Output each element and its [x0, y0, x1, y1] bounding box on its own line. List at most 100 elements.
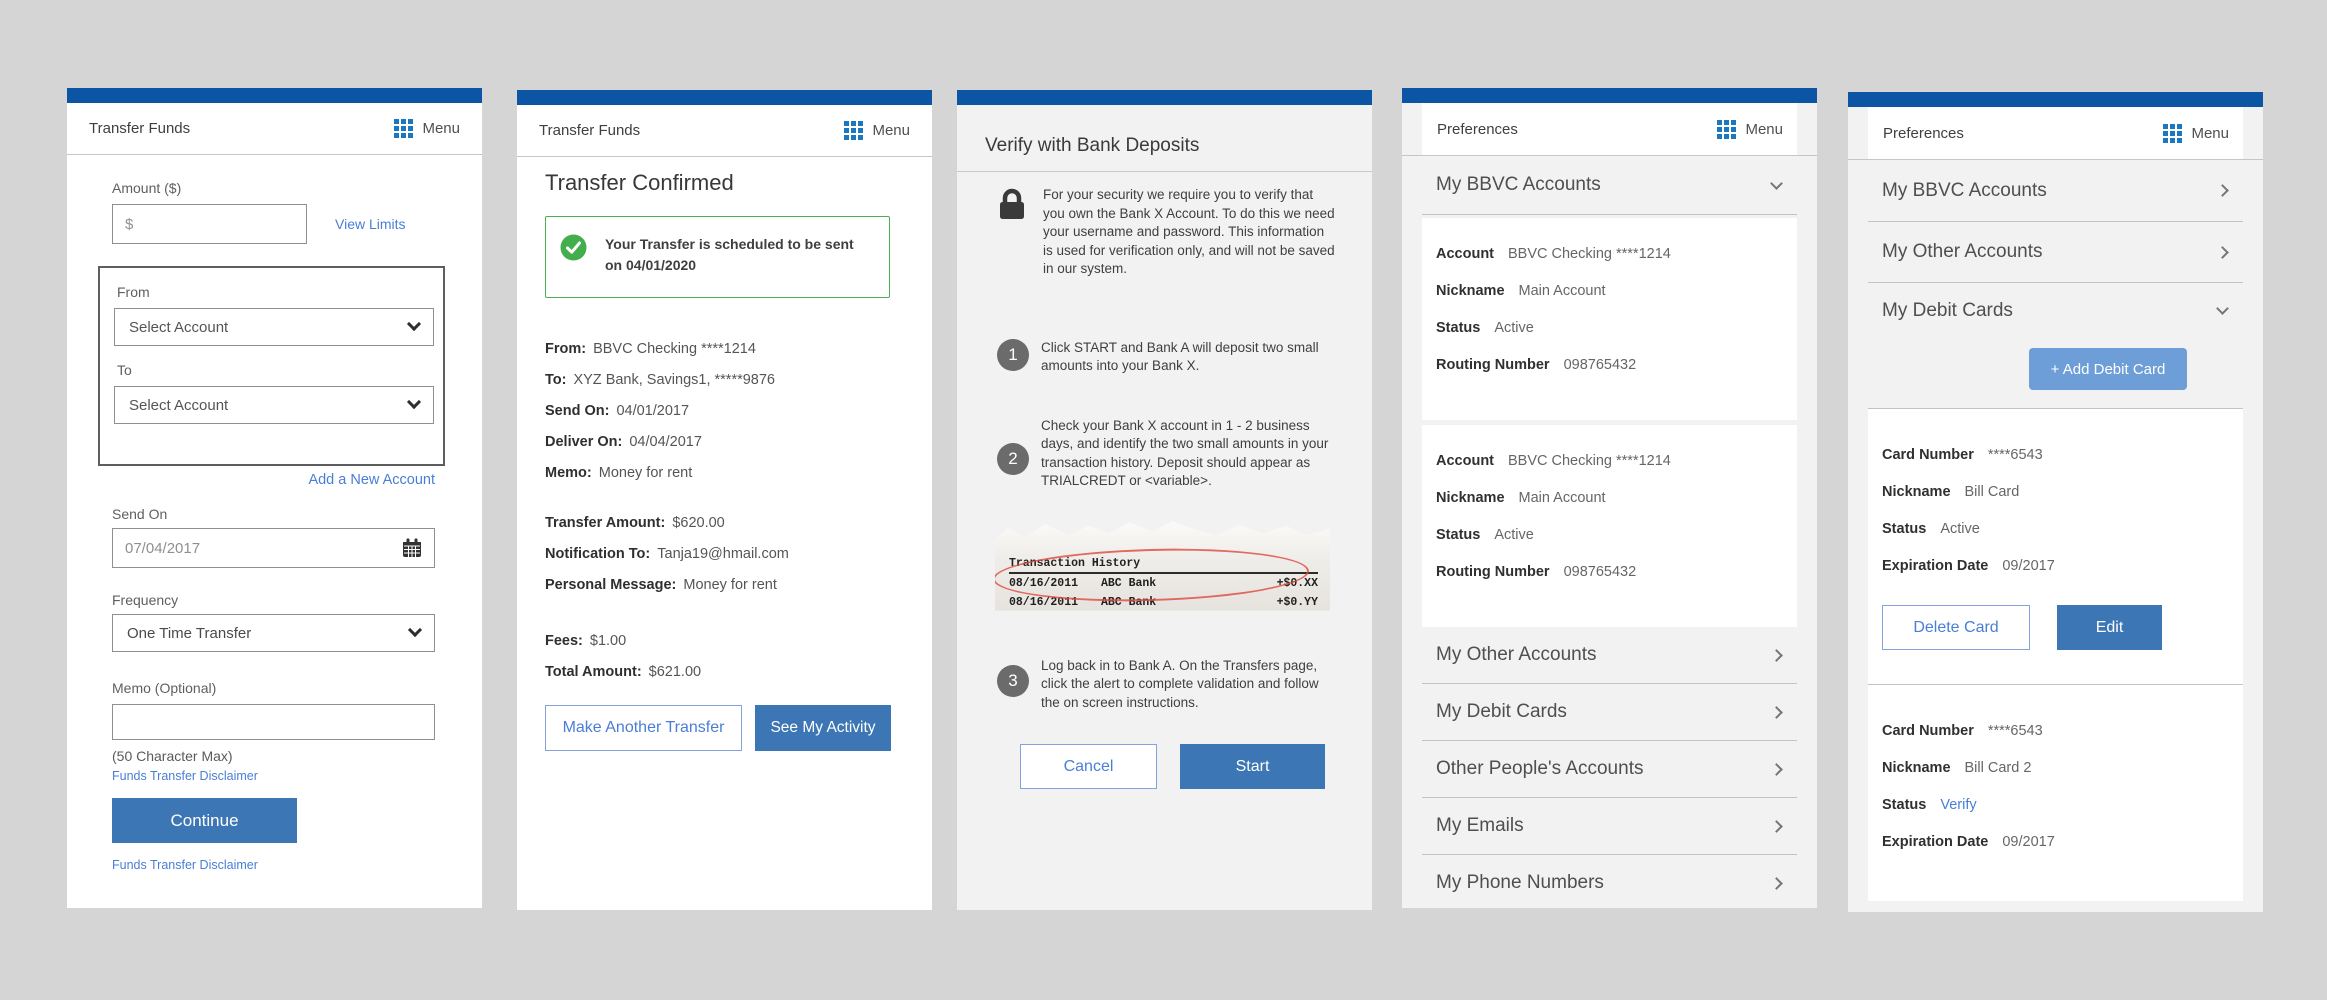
chevron-down-icon — [408, 623, 422, 637]
step-2-badge: 2 — [997, 443, 1029, 475]
chevron-down-icon — [407, 395, 421, 409]
edit-card-button[interactable]: Edit — [2057, 605, 2162, 650]
debit-card-card: Card Number****6543 NicknameBill Card 2 … — [1868, 685, 2243, 901]
transaction-history-image: Transaction History 08/16/2011 ABC Bank … — [995, 517, 1330, 611]
detail-row: From:BBVC Checking ****1214 — [545, 340, 904, 359]
app-top-bar — [1402, 88, 1817, 103]
make-another-transfer-button[interactable]: Make Another Transfer — [545, 705, 742, 751]
menu-button[interactable]: Menu — [844, 121, 910, 140]
divider — [1422, 214, 1797, 215]
section-my-bbvc-accounts[interactable]: My BBVC Accounts — [1868, 160, 2243, 221]
send-on-label: Send On — [112, 506, 482, 522]
divider — [957, 171, 1372, 172]
menu-label: Menu — [872, 122, 910, 139]
frequency-select[interactable]: One Time Transfer — [112, 614, 435, 652]
amount-placeholder: $ — [125, 216, 133, 233]
verify-intro-text: For your security we require you to veri… — [1043, 186, 1335, 279]
menu-grid-icon — [1717, 120, 1736, 139]
app-top-bar — [1848, 92, 2263, 107]
step-1-text: Click START and Bank A will deposit two … — [1041, 339, 1341, 376]
calendar-icon[interactable] — [402, 538, 422, 558]
funds-transfer-disclaimer-link-2[interactable]: Funds Transfer Disclaimer — [112, 858, 258, 872]
chevron-down-icon — [407, 317, 421, 331]
detail-row: Send On:04/01/2017 — [545, 402, 904, 421]
chevron-down-icon — [2216, 302, 2229, 315]
view-limits-link[interactable]: View Limits — [335, 216, 406, 232]
transfer-funds-panel: Transfer Funds Menu Amount ($) $ View Li… — [67, 88, 482, 908]
debit-card-card: Card Number****6543 NicknameBill Card St… — [1868, 409, 2243, 684]
step-3-text: Log back in to Bank A. On the Transfers … — [1041, 657, 1341, 713]
detail-row: Fees:$1.00 — [545, 632, 904, 651]
chevron-right-icon — [1770, 820, 1783, 833]
step-2-text: Check your Bank X account in 1 - 2 busin… — [1041, 417, 1341, 491]
menu-button[interactable]: Menu — [1717, 120, 1783, 139]
preferences-accounts-panel: Preferences Menu My BBVC Accounts Accoun… — [1402, 88, 1817, 908]
verify-bank-deposits-panel: Verify with Bank Deposits For your secur… — [957, 90, 1372, 910]
detail-row: Notification To:Tanja19@hmail.com — [545, 545, 904, 564]
preferences-debit-cards-panel: Preferences Menu My BBVC Accounts My Oth… — [1848, 92, 2263, 912]
frequency-value: One Time Transfer — [127, 625, 251, 642]
page-title: Preferences — [1883, 125, 1964, 142]
from-to-group: From Select Account To Select Account — [98, 266, 445, 466]
start-button[interactable]: Start — [1180, 744, 1325, 789]
amount-label: Amount ($) — [112, 180, 482, 196]
from-account-select[interactable]: Select Account — [114, 308, 434, 346]
detail-row: To:XYZ Bank, Savings1, *****9876 — [545, 371, 904, 390]
chevron-right-icon — [1770, 706, 1783, 719]
memo-label: Memo (Optional) — [112, 680, 482, 696]
amount-input[interactable]: $ — [112, 204, 307, 244]
confirmed-title: Transfer Confirmed — [545, 170, 904, 196]
menu-grid-icon — [394, 119, 413, 138]
from-select-value: Select Account — [129, 319, 228, 336]
menu-button[interactable]: Menu — [2163, 124, 2229, 143]
app-top-bar — [517, 90, 932, 105]
section-my-other-accounts[interactable]: My Other Accounts — [1422, 627, 1797, 683]
chevron-right-icon — [1770, 649, 1783, 662]
section-my-emails[interactable]: My Emails — [1422, 798, 1797, 854]
section-my-debit-cards[interactable]: My Debit Cards — [1868, 283, 2243, 338]
section-my-debit-cards[interactable]: My Debit Cards — [1422, 684, 1797, 740]
menu-label: Menu — [1745, 121, 1783, 138]
menu-button[interactable]: Menu — [394, 119, 460, 138]
account-card: AccountBBVC Checking ****1214 NicknameMa… — [1422, 425, 1797, 627]
success-alert-text: Your Transfer is scheduled to be sent on… — [605, 234, 855, 276]
detail-row: Transfer Amount:$620.00 — [545, 514, 904, 533]
chevron-right-icon — [1770, 763, 1783, 776]
cancel-button[interactable]: Cancel — [1020, 744, 1157, 789]
memo-hint: (50 Character Max) — [112, 748, 482, 764]
page-title: Preferences — [1437, 121, 1518, 138]
lock-icon — [997, 188, 1027, 222]
detail-row: Total Amount:$621.00 — [545, 663, 904, 682]
continue-button[interactable]: Continue — [112, 798, 297, 843]
from-label: From — [117, 284, 433, 300]
to-account-select[interactable]: Select Account — [114, 386, 434, 424]
chevron-right-icon — [1770, 877, 1783, 890]
funds-transfer-disclaimer-link[interactable]: Funds Transfer Disclaimer — [112, 769, 258, 783]
to-select-value: Select Account — [129, 397, 228, 414]
add-debit-card-button[interactable]: + Add Debit Card — [2029, 348, 2187, 390]
add-new-account-link[interactable]: Add a New Account — [308, 472, 435, 488]
step-3-badge: 3 — [997, 665, 1029, 697]
memo-input[interactable] — [112, 704, 435, 740]
page-title: Transfer Funds — [539, 122, 640, 139]
app-top-bar — [67, 88, 482, 103]
menu-grid-icon — [2163, 124, 2182, 143]
delete-card-button[interactable]: Delete Card — [1882, 605, 2030, 650]
page-title: Verify with Bank Deposits — [957, 105, 1372, 171]
menu-label: Menu — [422, 120, 460, 137]
page-title: Transfer Funds — [89, 120, 190, 137]
chevron-right-icon — [2216, 184, 2229, 197]
section-my-bbvc-accounts[interactable]: My BBVC Accounts — [1422, 156, 1797, 214]
section-my-other-accounts[interactable]: My Other Accounts — [1868, 222, 2243, 282]
account-card: AccountBBVC Checking ****1214 NicknameMa… — [1422, 218, 1797, 420]
send-on-date-input[interactable]: 07/04/2017 — [112, 528, 435, 568]
section-other-peoples-accounts[interactable]: Other People's Accounts — [1422, 741, 1797, 797]
app-top-bar — [957, 90, 1372, 105]
see-my-activity-button[interactable]: See My Activity — [755, 705, 891, 751]
menu-label: Menu — [2191, 125, 2229, 142]
section-my-phone-numbers[interactable]: My Phone Numbers — [1422, 855, 1797, 908]
detail-row: Memo:Money for rent — [545, 464, 904, 483]
step-1-badge: 1 — [997, 339, 1029, 371]
transfer-confirmed-panel: Transfer Funds Menu Transfer Confirmed Y… — [517, 90, 932, 910]
verify-status-link[interactable]: Verify — [1940, 797, 1976, 813]
